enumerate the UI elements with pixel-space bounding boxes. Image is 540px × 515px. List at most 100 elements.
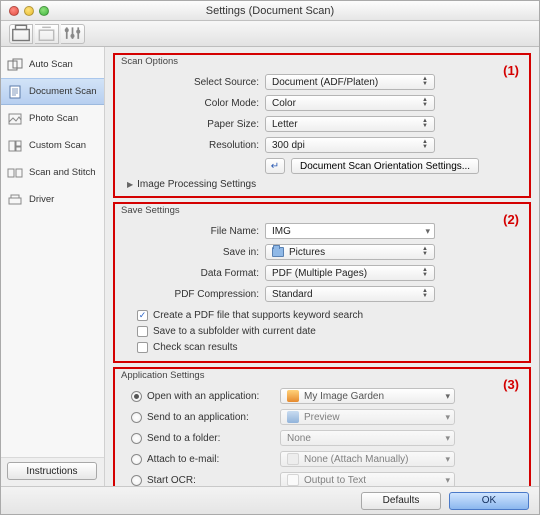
updown-icon	[420, 140, 430, 150]
close-icon[interactable]	[9, 6, 19, 16]
create-pdf-checkbox-row[interactable]: Create a PDF file that supports keyword …	[121, 307, 523, 323]
preview-icon	[287, 411, 299, 423]
group-number-3: (3)	[503, 377, 519, 392]
dropdown-icon	[421, 226, 430, 237]
folder-icon	[272, 247, 284, 257]
updown-icon	[441, 475, 450, 486]
text-icon	[287, 474, 299, 486]
subfolder-checkbox-row[interactable]: Save to a subfolder with current date	[121, 323, 523, 339]
send-to-app-radio-row[interactable]: Send to an application: Preview	[131, 408, 523, 426]
updown-icon	[420, 98, 430, 108]
photo-scan-icon	[7, 112, 23, 126]
updown-icon	[420, 119, 430, 129]
send-to-app-dropdown[interactable]: Preview	[280, 409, 455, 425]
sidebar-item-driver[interactable]: Driver	[1, 186, 104, 213]
instructions-wrap: Instructions	[1, 457, 104, 486]
group-number-2: (2)	[503, 212, 519, 227]
window-title: Settings (Document Scan)	[1, 5, 539, 17]
sidebar-item-label: Driver	[29, 194, 54, 205]
my-image-garden-icon	[287, 390, 299, 402]
resolution-label: Resolution:	[121, 140, 259, 151]
scan-options-group: Scan Options (1) Select Source: Document…	[113, 53, 531, 198]
instructions-button[interactable]: Instructions	[7, 462, 97, 480]
radio-icon	[131, 475, 142, 486]
sidebar-item-label: Document Scan	[29, 86, 97, 97]
driver-icon	[7, 193, 23, 207]
select-source-label: Select Source:	[121, 77, 259, 88]
start-ocr-radio-row[interactable]: Start OCR: Output to Text	[131, 471, 523, 486]
sidebar-item-label: Photo Scan	[29, 113, 78, 124]
sidebar: Auto Scan Document Scan Photo Scan Custo…	[1, 47, 105, 486]
titlebar: Settings (Document Scan)	[1, 1, 539, 21]
toolbar-scan-from-computer-icon[interactable]	[9, 24, 33, 44]
check-results-checkbox-row[interactable]: Check scan results	[121, 339, 523, 355]
send-to-folder-radio-row[interactable]: Send to a folder: None	[131, 429, 523, 447]
radio-icon	[131, 412, 142, 423]
image-processing-disclosure[interactable]: ▶ Image Processing Settings	[121, 179, 523, 190]
save-in-dropdown[interactable]: Pictures	[265, 244, 435, 260]
attach-email-dropdown[interactable]: None (Attach Manually)	[280, 451, 455, 467]
toolbar-preferences-icon[interactable]	[61, 24, 85, 44]
save-settings-group: Save Settings (2) File Name: IMG Save in…	[113, 202, 531, 363]
defaults-button[interactable]: Defaults	[361, 492, 441, 510]
file-name-input[interactable]: IMG	[265, 223, 435, 239]
document-scan-icon	[7, 85, 23, 99]
mail-icon	[287, 453, 299, 465]
checkbox-icon	[137, 342, 148, 353]
custom-scan-icon	[7, 139, 23, 153]
footer: Defaults OK	[1, 486, 539, 514]
group-number-1: (1)	[503, 63, 519, 78]
stitch-icon	[7, 166, 23, 180]
updown-icon	[420, 247, 430, 257]
start-ocr-dropdown[interactable]: Output to Text	[280, 472, 455, 486]
updown-icon	[420, 77, 430, 87]
updown-icon	[441, 391, 450, 402]
scan-options-title: Scan Options	[121, 56, 178, 67]
sidebar-item-auto-scan[interactable]: Auto Scan	[1, 51, 104, 78]
pdf-compression-label: PDF Compression:	[121, 289, 259, 300]
updown-icon	[441, 454, 450, 465]
updown-icon	[420, 268, 430, 278]
radio-icon	[131, 391, 142, 402]
ok-button[interactable]: OK	[449, 492, 529, 510]
attach-email-radio-row[interactable]: Attach to e-mail: None (Attach Manually)	[131, 450, 523, 468]
application-settings-group: Application Settings (3) Open with an ap…	[113, 367, 531, 486]
sidebar-item-document-scan[interactable]: Document Scan	[1, 78, 104, 105]
save-settings-title: Save Settings	[121, 205, 180, 216]
updown-icon	[420, 289, 430, 299]
open-with-radio-row[interactable]: Open with an application: My Image Garde…	[131, 387, 523, 405]
radio-icon	[131, 433, 142, 444]
open-with-dropdown[interactable]: My Image Garden	[280, 388, 455, 404]
pdf-compression-dropdown[interactable]: Standard	[265, 286, 435, 302]
toolbar-scan-from-panel-icon[interactable]	[35, 24, 59, 44]
send-to-folder-dropdown[interactable]: None	[280, 430, 455, 446]
updown-icon	[441, 433, 450, 444]
settings-window: Settings (Document Scan) Auto Scan Docum…	[0, 0, 540, 515]
sidebar-item-label: Custom Scan	[29, 140, 86, 151]
window-controls	[1, 6, 49, 16]
orientation-settings-button[interactable]: Document Scan Orientation Settings...	[291, 158, 479, 174]
select-source-dropdown[interactable]: Document (ADF/Platen)	[265, 74, 435, 90]
zoom-icon[interactable]	[39, 6, 49, 16]
paper-size-label: Paper Size:	[121, 119, 259, 130]
toolbar	[1, 21, 539, 47]
sidebar-item-photo-scan[interactable]: Photo Scan	[1, 105, 104, 132]
sidebar-item-scan-and-stitch[interactable]: Scan and Stitch	[1, 159, 104, 186]
paper-size-dropdown[interactable]: Letter	[265, 116, 435, 132]
checkbox-icon	[137, 310, 148, 321]
minimize-icon[interactable]	[24, 6, 34, 16]
sidebar-item-custom-scan[interactable]: Custom Scan	[1, 132, 104, 159]
data-format-label: Data Format:	[121, 268, 259, 279]
checkbox-icon	[137, 326, 148, 337]
data-format-dropdown[interactable]: PDF (Multiple Pages)	[265, 265, 435, 281]
save-in-label: Save in:	[121, 247, 259, 258]
restore-defaults-icon[interactable]: ↵	[265, 158, 285, 174]
body: Auto Scan Document Scan Photo Scan Custo…	[1, 47, 539, 486]
disclosure-triangle-icon: ▶	[127, 180, 133, 189]
color-mode-dropdown[interactable]: Color	[265, 95, 435, 111]
app-settings-title: Application Settings	[121, 370, 204, 381]
color-mode-label: Color Mode:	[121, 98, 259, 109]
updown-icon	[441, 412, 450, 423]
auto-scan-icon	[7, 58, 23, 72]
resolution-dropdown[interactable]: 300 dpi	[265, 137, 435, 153]
